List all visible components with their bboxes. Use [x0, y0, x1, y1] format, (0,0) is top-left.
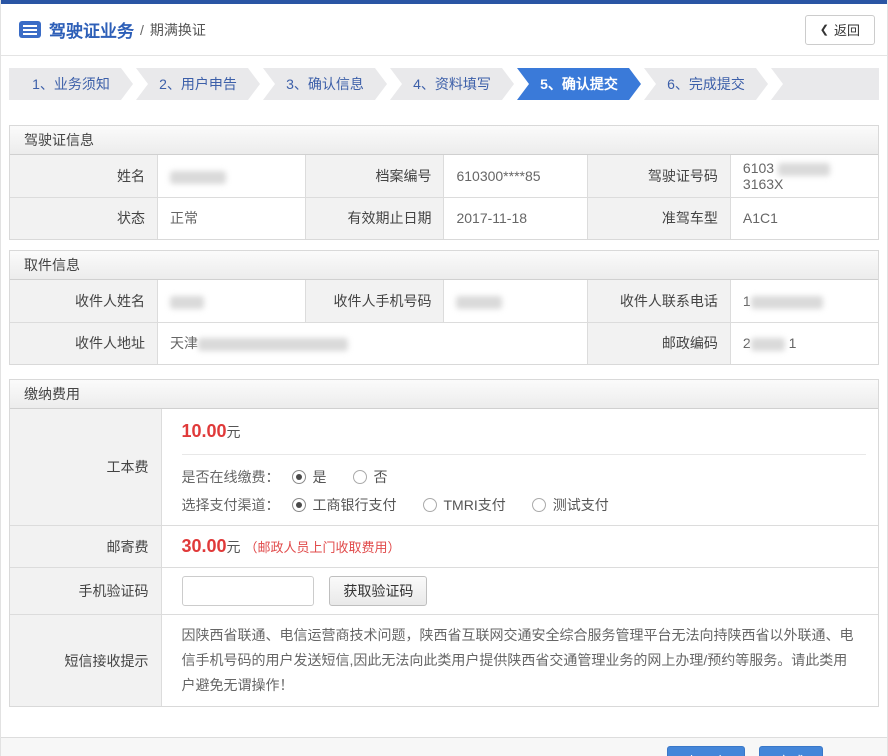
table-row: 手机验证码 获取验证码 — [10, 568, 878, 615]
breadcrumb-separator: / — [140, 22, 144, 38]
table-row: 收件人姓名 收件人手机号码 收件人联系电话 1 — [10, 280, 878, 322]
online-pay-row: 是否在线缴费： 是 否 — [182, 467, 879, 487]
pickup-table: 收件人姓名 收件人手机号码 收件人联系电话 1 收件人地址 天津 邮政编码 2 … — [10, 280, 878, 364]
step-3[interactable]: 3、确认信息 — [263, 68, 387, 100]
redacted-value — [170, 171, 226, 184]
sms-code-input[interactable] — [182, 576, 314, 606]
finish-button[interactable]: 完成 — [759, 746, 823, 756]
pay-channel-row: 选择支付渠道： 工商银行支付 TMRI支付 测试支付 — [182, 495, 879, 515]
label-sms-code: 手机验证码 — [10, 568, 161, 615]
radio-icon — [292, 498, 306, 512]
label-production-fee: 工本费 — [10, 409, 161, 526]
value-recipient-mobile — [444, 280, 587, 322]
footer-actions: 上一步 完成 — [1, 737, 887, 756]
value-recipient-address: 天津 — [158, 322, 588, 364]
value-valid-until: 2017-11-18 — [444, 197, 587, 239]
postage-fee-cell: 30.00元（邮政人员上门收取费用） — [161, 526, 878, 568]
label-file-number: 档案编号 — [305, 155, 444, 197]
sms-tip-text: 因陕西省联通、电信运营商技术问题，陕西省互联网交通安全综合服务管理平台无法向持陕… — [161, 615, 878, 707]
radio-channel-test[interactable]: 测试支付 — [532, 495, 609, 515]
value-recipient-name — [158, 280, 306, 322]
label-vehicle-class: 准驾车型 — [587, 197, 730, 239]
radio-channel-icbc[interactable]: 工商银行支付 — [292, 495, 397, 515]
section-title-fees: 缴纳费用 — [10, 380, 878, 409]
redacted-value — [751, 338, 785, 351]
label-postal-code: 邮政编码 — [587, 322, 730, 364]
chevron-left-icon: ❮ — [820, 23, 829, 36]
section-fees: 缴纳费用 工本费 10.00元 是否在线缴费： 是 否 选择支付渠道： — [9, 379, 879, 707]
section-license-info: 驾驶证信息 姓名 档案编号 610300****85 驾驶证号码 6103 31… — [9, 125, 879, 240]
table-row: 短信接收提示 因陕西省联通、电信运营商技术问题，陕西省互联网交通安全综合服务管理… — [10, 615, 878, 707]
redacted-value — [751, 296, 823, 309]
label-recipient-address: 收件人地址 — [10, 322, 158, 364]
value-license-number: 6103 3163X — [730, 155, 878, 197]
previous-step-button[interactable]: 上一步 — [667, 746, 745, 756]
label-name: 姓名 — [10, 155, 158, 197]
value-postal-code: 2 1 — [730, 322, 878, 364]
sms-code-cell: 获取验证码 — [161, 568, 878, 615]
list-icon — [19, 21, 41, 38]
label-postage-fee: 邮寄费 — [10, 526, 161, 568]
production-fee-cell: 10.00元 是否在线缴费： 是 否 选择支付渠道： 工商银行支付 TMRI支付… — [161, 409, 878, 526]
section-title-license: 驾驶证信息 — [10, 126, 878, 155]
value-name — [158, 155, 306, 197]
radio-pay-online-yes[interactable]: 是 — [292, 467, 327, 487]
step-4[interactable]: 4、资料填写 — [390, 68, 514, 100]
label-recipient-mobile: 收件人手机号码 — [305, 280, 444, 322]
table-row: 收件人地址 天津 邮政编码 2 1 — [10, 322, 878, 364]
radio-icon — [532, 498, 546, 512]
section-pickup-info: 取件信息 收件人姓名 收件人手机号码 收件人联系电话 1 收件人地址 天津 邮政… — [9, 250, 879, 365]
radio-pay-online-no[interactable]: 否 — [353, 467, 388, 487]
step-6[interactable]: 6、完成提交 — [644, 68, 768, 100]
breadcrumb-current: 期满换证 — [150, 20, 206, 40]
step-2[interactable]: 2、用户申告 — [136, 68, 260, 100]
label-valid-until: 有效期止日期 — [305, 197, 444, 239]
page-header: 驾驶证业务 / 期满换证 ❮ 返回 — [1, 4, 887, 56]
back-button[interactable]: ❮ 返回 — [805, 15, 875, 45]
value-recipient-phone: 1 — [730, 280, 878, 322]
table-row: 邮寄费 30.00元（邮政人员上门收取费用） — [10, 526, 878, 568]
label-license-number: 驾驶证号码 — [587, 155, 730, 197]
radio-icon — [292, 470, 306, 484]
redacted-value — [778, 163, 830, 176]
redacted-value — [456, 296, 502, 309]
table-row: 姓名 档案编号 610300****85 驾驶证号码 6103 3163X — [10, 155, 878, 197]
redacted-value — [198, 338, 348, 351]
label-sms-tip: 短信接收提示 — [10, 615, 161, 707]
redacted-value — [170, 296, 204, 309]
value-status: 正常 — [158, 197, 306, 239]
license-table: 姓名 档案编号 610300****85 驾驶证号码 6103 3163X 状态… — [10, 155, 878, 239]
table-row: 状态 正常 有效期止日期 2017-11-18 准驾车型 A1C1 — [10, 197, 878, 239]
radio-channel-tmri[interactable]: TMRI支付 — [423, 495, 506, 515]
label-recipient-name: 收件人姓名 — [10, 280, 158, 322]
step-wizard: 1、业务须知 2、用户申告 3、确认信息 4、资料填写 5、确认提交 6、完成提… — [9, 68, 879, 100]
back-button-label: 返回 — [834, 20, 860, 39]
step-5-active[interactable]: 5、确认提交 — [517, 68, 641, 100]
divider — [182, 454, 867, 455]
section-title-pickup: 取件信息 — [10, 251, 878, 280]
value-file-number: 610300****85 — [444, 155, 587, 197]
radio-icon — [423, 498, 437, 512]
pay-channel-question: 选择支付渠道： — [182, 495, 292, 515]
fees-table: 工本费 10.00元 是否在线缴费： 是 否 选择支付渠道： 工商银行支付 TM… — [10, 409, 878, 706]
online-pay-question: 是否在线缴费： — [182, 467, 292, 487]
production-fee-amount: 10.00元 — [182, 421, 879, 454]
get-code-button[interactable]: 获取验证码 — [329, 576, 427, 606]
table-row: 工本费 10.00元 是否在线缴费： 是 否 选择支付渠道： 工商银行支付 TM… — [10, 409, 878, 526]
step-1[interactable]: 1、业务须知 — [9, 68, 133, 100]
page-title: 驾驶证业务 — [49, 17, 134, 42]
page: 驾驶证业务 / 期满换证 ❮ 返回 1、业务须知 2、用户申告 3、确认信息 4… — [0, 0, 888, 756]
label-recipient-phone: 收件人联系电话 — [587, 280, 730, 322]
postage-note: （邮政人员上门收取费用） — [245, 540, 401, 555]
radio-icon — [353, 470, 367, 484]
step-bar-tail — [771, 68, 879, 100]
label-status: 状态 — [10, 197, 158, 239]
value-vehicle-class: A1C1 — [730, 197, 878, 239]
